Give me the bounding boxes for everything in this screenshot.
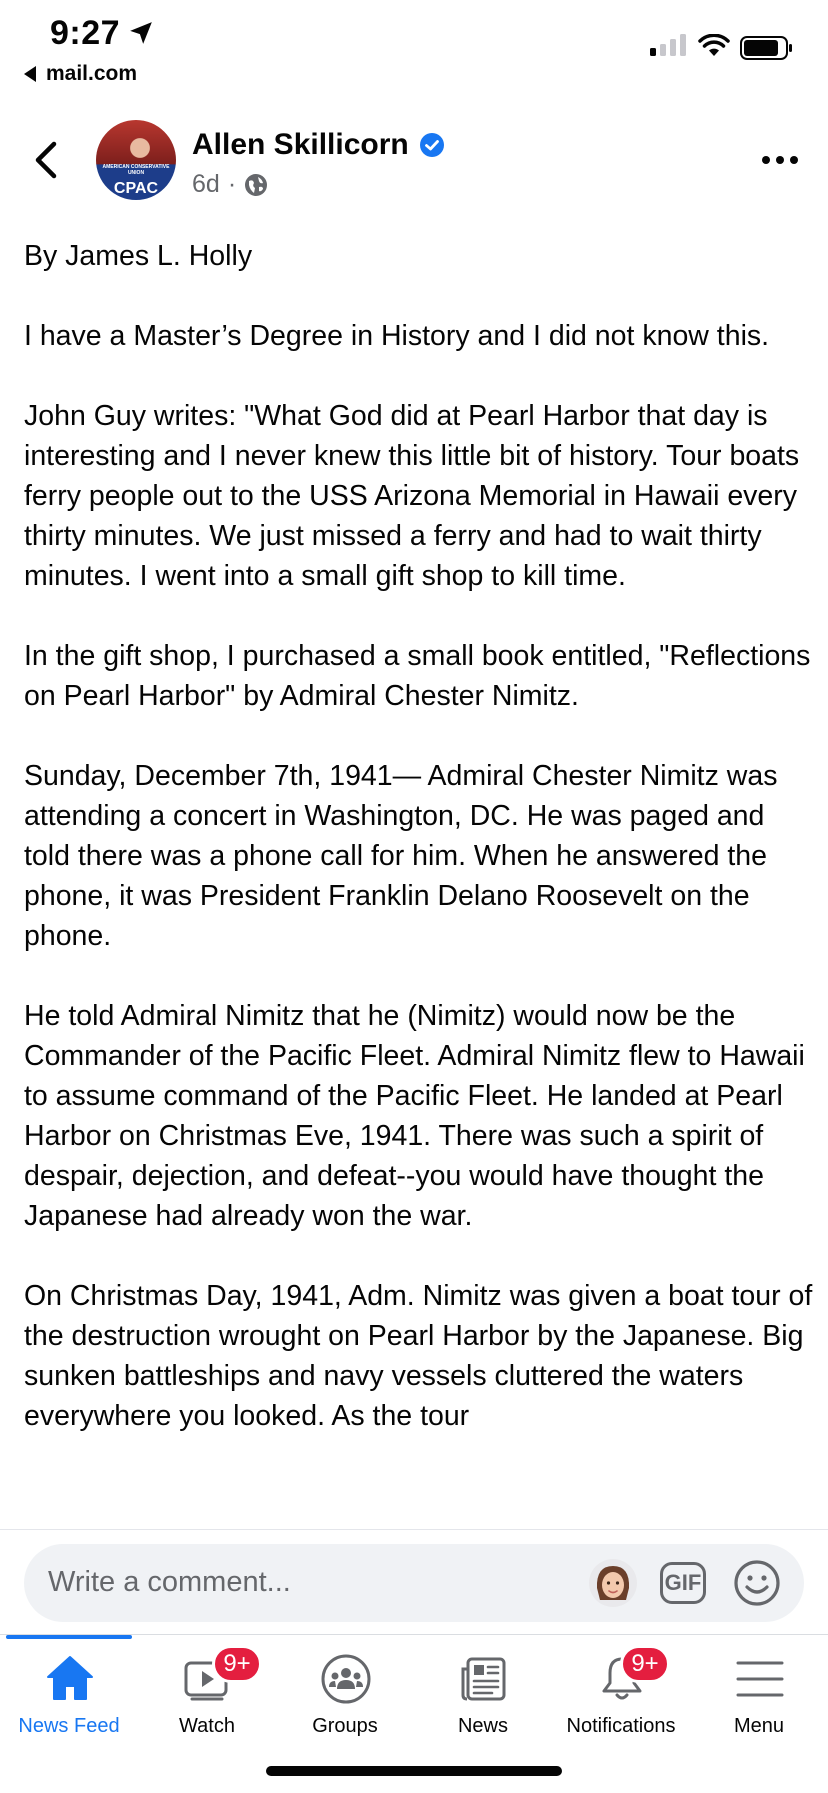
avatar-caption: AMERICAN CONSERVATIVE UNION: [102, 164, 170, 176]
post-paragraph: In the gift shop, I purchased a small bo…: [24, 640, 811, 712]
post-body: By James L. Holly I have a Master’s Degr…: [24, 236, 814, 1529]
back-app-label: mail.com: [46, 62, 138, 85]
globe-icon: [245, 173, 268, 196]
post-paragraph: I have a Master’s Degree in History and …: [24, 320, 770, 352]
comment-bar: Write a comment... GIF: [0, 1529, 828, 1635]
tab-groups[interactable]: Groups: [276, 1635, 414, 1755]
menu-icon: [736, 1661, 784, 1697]
avatar-sticker-icon[interactable]: [588, 1558, 638, 1608]
battery-icon: [740, 36, 792, 60]
tab-label: News Feed: [18, 1715, 120, 1737]
tab-news-feed[interactable]: News Feed: [0, 1635, 138, 1755]
groups-icon: [321, 1654, 371, 1704]
tab-label: Groups: [312, 1715, 378, 1737]
tab-label: Menu: [733, 1715, 785, 1737]
tab-label: News: [457, 1715, 508, 1737]
post-paragraph: He told Admiral Nimitz that he (Nimitz) …: [24, 1000, 805, 1232]
meta-separator: ·: [227, 170, 237, 198]
post-paragraph: John Guy writes: "What God did at Pearl …: [24, 400, 800, 592]
comment-placeholder: Write a comment...: [48, 1566, 291, 1598]
comment-input[interactable]: Write a comment... GIF: [24, 1544, 804, 1622]
back-arrow-icon[interactable]: [28, 138, 68, 182]
verified-badge-icon: [419, 133, 444, 157]
status-time: 9:27: [50, 14, 121, 52]
post-paragraph: On Christmas Day, 1941, Adm. Nimitz was …: [24, 1280, 813, 1432]
news-icon: [461, 1657, 506, 1701]
tab-menu[interactable]: Menu: [690, 1635, 828, 1755]
avatar-logo-text: CPAC: [113, 180, 159, 197]
post-paragraph: By James L. Holly: [24, 240, 253, 272]
gif-icon[interactable]: GIF: [660, 1562, 706, 1604]
tab-watch[interactable]: 9+ Watch: [138, 1635, 276, 1755]
post-meta: 6d ·: [192, 170, 268, 199]
tab-news[interactable]: News: [414, 1635, 552, 1755]
post-header: AMERICAN CONSERVATIVE UNION CPAC Allen S…: [0, 110, 828, 210]
post-paragraph: Sunday, December 7th, 1941— Admiral Ches…: [24, 760, 778, 952]
emoji-icon[interactable]: [732, 1558, 782, 1608]
avatar[interactable]: AMERICAN CONSERVATIVE UNION CPAC: [96, 120, 176, 200]
status-bar: 9:27 mail.com: [0, 0, 828, 100]
tab-label: Watch: [179, 1715, 235, 1737]
notification-badge: 9+: [212, 1645, 262, 1683]
home-icon: [47, 1656, 93, 1700]
home-indicator[interactable]: [266, 1766, 562, 1776]
more-options-icon[interactable]: [760, 150, 800, 170]
author-name[interactable]: Allen Skillicorn: [192, 128, 409, 162]
back-triangle-icon: [24, 66, 36, 82]
location-arrow-icon: [130, 22, 152, 44]
back-to-app-link[interactable]: mail.com: [24, 62, 137, 86]
tab-label: Notifications: [566, 1715, 676, 1737]
wifi-icon: [698, 34, 730, 56]
tab-notifications[interactable]: 9+ Notifications: [552, 1635, 690, 1755]
author-name-row[interactable]: Allen Skillicorn: [192, 128, 445, 162]
notification-badge: 9+: [620, 1645, 670, 1683]
post-timestamp[interactable]: 6d: [192, 170, 220, 199]
cellular-signal-icon: [650, 34, 686, 56]
